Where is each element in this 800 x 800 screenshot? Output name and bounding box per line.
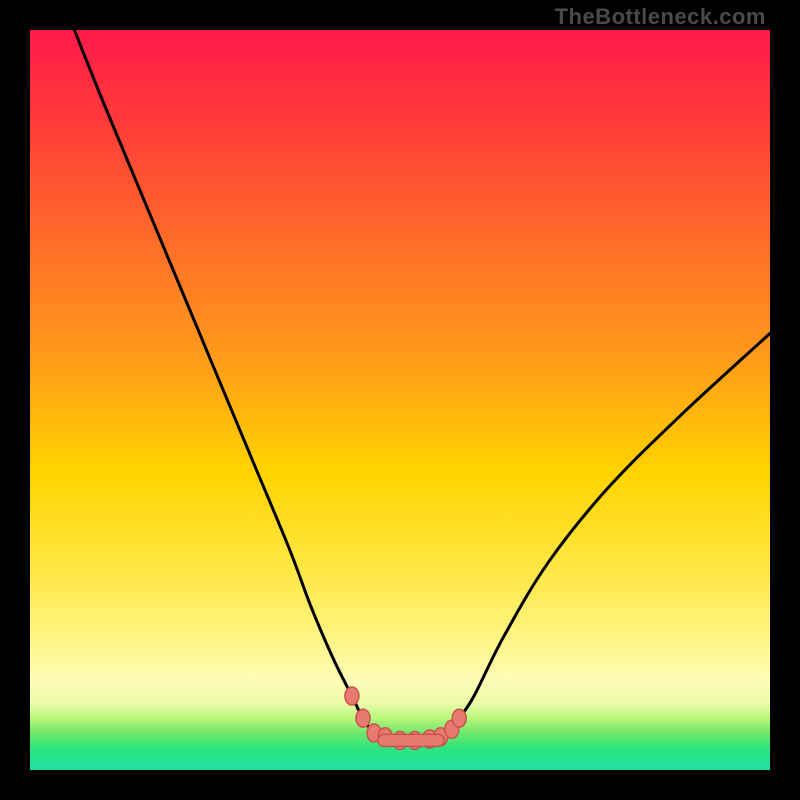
chart-frame: TheBottleneck.com — [0, 0, 800, 800]
curve-marker — [345, 687, 359, 705]
bottleneck-curve — [30, 30, 770, 770]
watermark: TheBottleneck.com — [555, 4, 766, 30]
curve-marker — [356, 709, 370, 727]
floor-marker-band — [378, 734, 445, 746]
plot-area — [30, 30, 770, 770]
curve-marker — [452, 709, 466, 727]
curve-path — [74, 30, 770, 741]
